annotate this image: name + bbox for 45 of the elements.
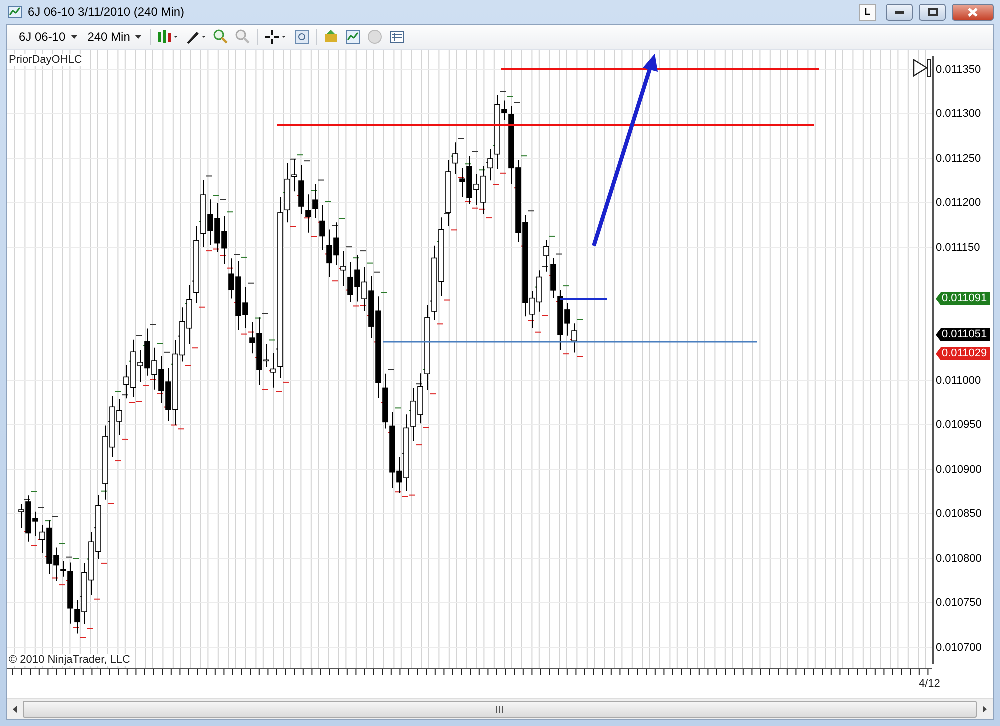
axis-label: 0.011200	[936, 197, 982, 209]
axis-label: 0.010900	[936, 464, 982, 476]
level-line	[560, 298, 607, 300]
right-arrow-icon	[983, 706, 987, 712]
close-button[interactable]	[952, 4, 994, 20]
properties-icon[interactable]	[294, 29, 310, 45]
strategy-icon[interactable]	[323, 29, 340, 45]
minimize-icon	[895, 10, 904, 14]
axis-label: 0.011350	[936, 64, 982, 76]
left-arrow-icon	[13, 706, 17, 712]
grip-icon	[496, 706, 504, 712]
indicator-icon[interactable]	[345, 29, 362, 45]
crosshair-icon[interactable]	[264, 29, 288, 45]
caret-icon	[70, 35, 78, 39]
price-marker: 0.011029	[936, 348, 990, 360]
zoom-in-icon[interactable]	[213, 29, 230, 45]
minimize-button[interactable]	[886, 4, 913, 20]
data-box-icon[interactable]	[389, 29, 406, 45]
axis-label: 0.011250	[936, 153, 982, 165]
axis-label: 0.010850	[936, 508, 982, 520]
price-marker: 0.011091	[936, 292, 990, 306]
interval-dropdown[interactable]: 240 Min	[86, 30, 144, 44]
maximize-icon	[928, 8, 938, 16]
axis-label: 0.011150	[936, 242, 980, 254]
axis-label: 0.010750	[936, 597, 982, 609]
axis-label: 0.010950	[936, 419, 982, 431]
indicator-label: PriorDayOHLC	[9, 54, 82, 66]
maximize-button[interactable]	[919, 4, 946, 20]
copyright-text: © 2010 NinjaTrader, LLC	[9, 654, 130, 666]
axis-label: 0.010800	[936, 553, 982, 565]
window-title: 6J 06-10 3/11/2010 (240 Min)	[28, 5, 186, 19]
axis-label: 0.011000	[936, 375, 982, 387]
axis-label: 0.011300	[936, 108, 982, 120]
scroll-to-end-icon[interactable]	[913, 58, 932, 78]
instrument-dropdown[interactable]: 6J 06-10	[17, 30, 80, 44]
date-label: 4/12	[919, 678, 940, 690]
candlestick-icon[interactable]	[157, 29, 180, 45]
chart-app-icon	[8, 6, 22, 18]
link-button[interactable]: L	[859, 4, 876, 20]
axis-label: 0.010700	[936, 642, 982, 654]
caret-icon	[135, 35, 142, 39]
pen-icon[interactable]	[185, 29, 208, 45]
scrollbar-thumb[interactable]	[23, 700, 977, 718]
price-marker: 0.011051	[936, 328, 990, 342]
close-icon	[968, 8, 978, 16]
